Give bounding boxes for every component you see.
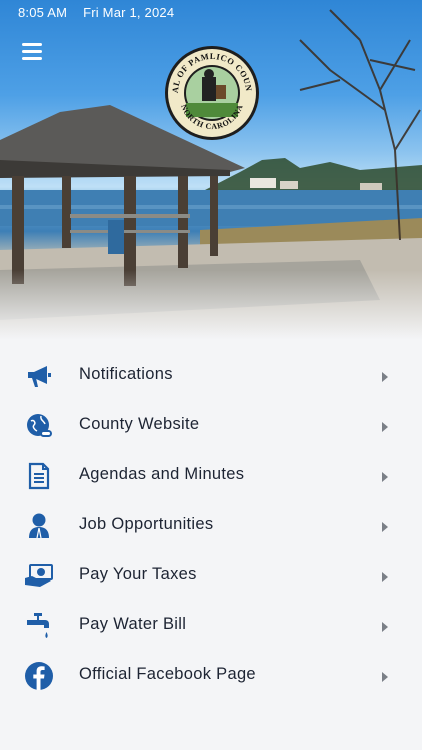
chevron-right-icon [382, 622, 388, 632]
chevron-right-icon [382, 672, 388, 682]
money-hand-icon [24, 561, 54, 591]
menu-item-job-opportunities[interactable]: Job Opportunities [0, 500, 422, 550]
chevron-right-icon [382, 572, 388, 582]
menu-item-agendas-and-minutes[interactable]: Agendas and Minutes [0, 450, 422, 500]
menu-item-label: Agendas and Minutes [79, 465, 245, 483]
menu-item-county-website[interactable]: County Website [0, 400, 422, 450]
hamburger-menu-icon[interactable] [20, 40, 46, 62]
facebook-icon [24, 661, 54, 691]
menu-item-label: Pay Your Taxes [79, 565, 197, 583]
menu-item-label: County Website [79, 415, 200, 433]
county-seal-logo: SEAL OF PAMLICO COUNTY NORTH CAROLINA [164, 45, 259, 140]
chevron-right-icon [382, 372, 388, 382]
menu-item-pay-your-taxes[interactable]: Pay Your Taxes [0, 550, 422, 600]
document-icon [24, 461, 54, 491]
menu-item-label: Notifications [79, 365, 173, 383]
menu-item-notifications[interactable]: Notifications [0, 350, 422, 400]
globe-link-icon [24, 411, 54, 441]
status-time: 8:05 AM [18, 5, 68, 20]
chevron-right-icon [382, 422, 388, 432]
header-banner: 8:05 AM Fri Mar 1, 2024 SEAL OF PAMLICO … [0, 0, 422, 340]
chevron-right-icon [382, 472, 388, 482]
menu-item-label: Official Facebook Page [79, 665, 256, 683]
megaphone-icon [24, 361, 54, 391]
main-menu: Notifications County Website Agendas and… [0, 350, 422, 700]
status-date: Fri Mar 1, 2024 [83, 5, 175, 20]
menu-item-official-facebook-page[interactable]: Official Facebook Page [0, 650, 422, 700]
faucet-icon [24, 611, 54, 641]
menu-item-pay-water-bill[interactable]: Pay Water Bill [0, 600, 422, 650]
person-icon [24, 511, 54, 541]
menu-item-label: Job Opportunities [79, 515, 214, 533]
menu-item-label: Pay Water Bill [79, 615, 187, 633]
chevron-right-icon [382, 522, 388, 532]
status-bar: 8:05 AM Fri Mar 1, 2024 [18, 5, 174, 20]
